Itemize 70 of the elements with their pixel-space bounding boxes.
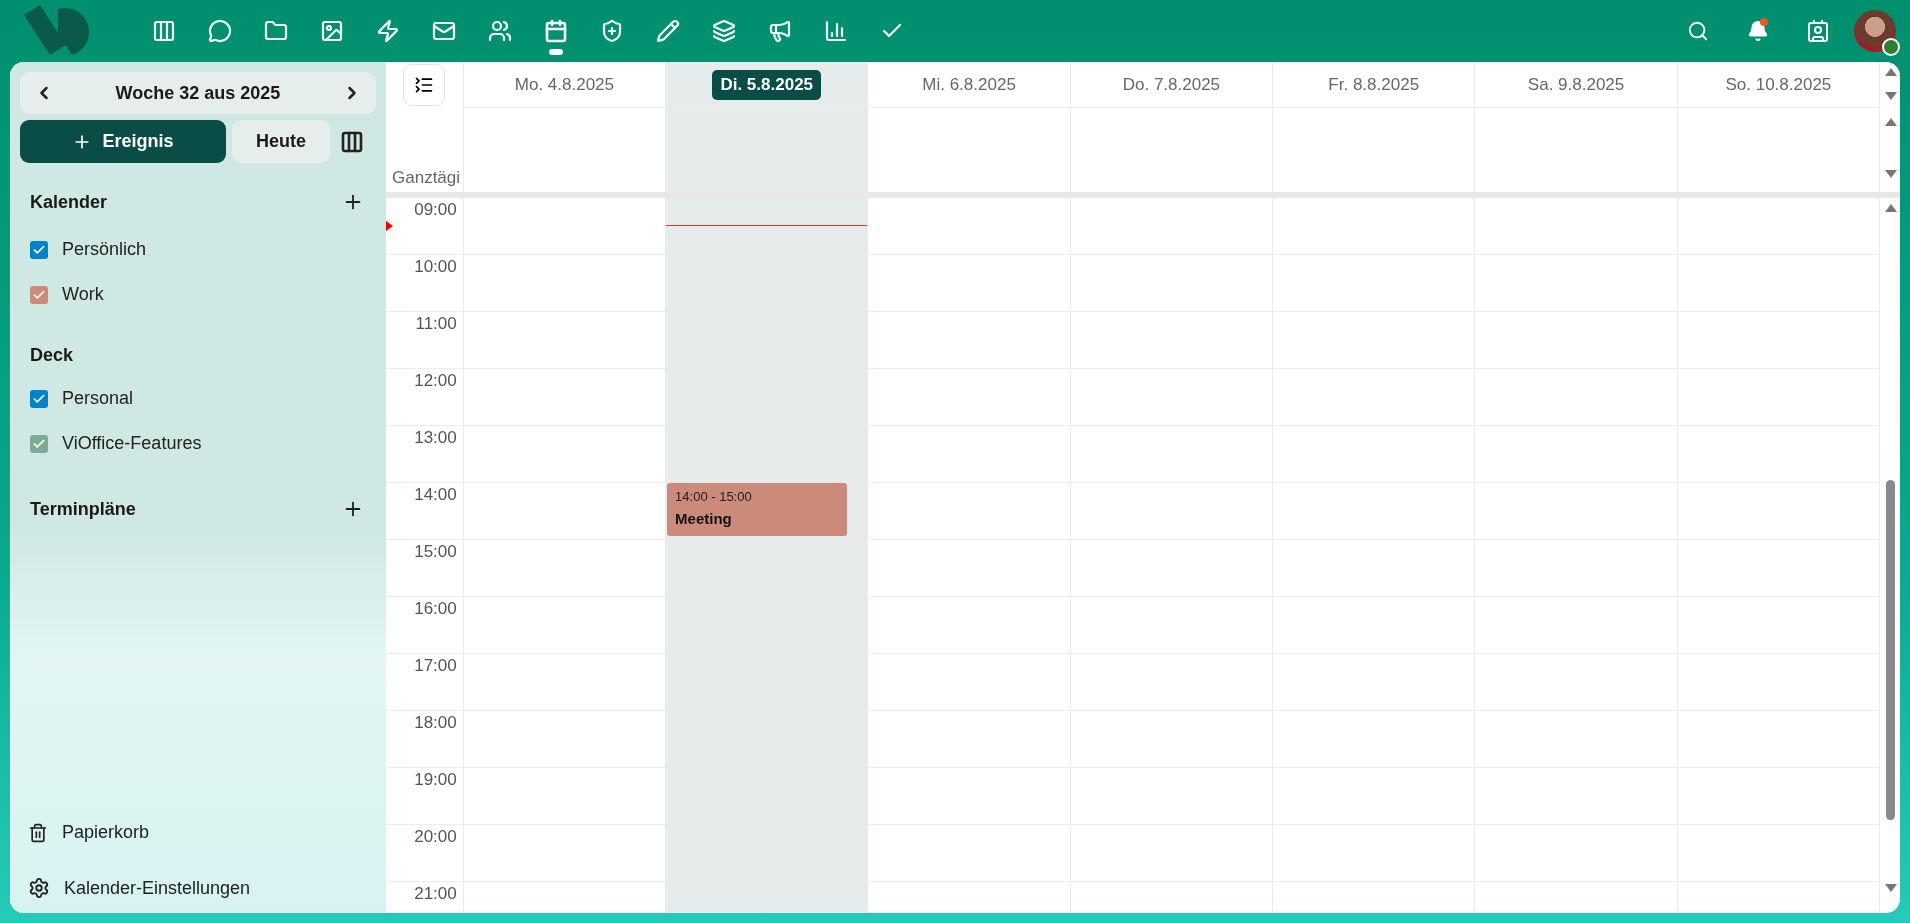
day-header[interactable]: Mi. 6.8.2025	[922, 74, 1016, 95]
event-time: 14:00 - 15:00	[675, 489, 753, 504]
settings-icon	[28, 877, 50, 899]
all-day-label: Ganztägi	[391, 168, 461, 189]
collapse-list-icon	[414, 75, 435, 95]
scrollbar-thumb[interactable]	[1886, 480, 1896, 820]
calendar-checkbox[interactable]	[30, 240, 48, 259]
app-glyph-icon	[208, 19, 232, 43]
settings-link[interactable]: Kalender-Einstellungen	[28, 877, 368, 899]
calendar-name[interactable]: ViOffice-Features	[62, 433, 202, 454]
hour-label: 21:00	[414, 884, 457, 905]
calendar-checkbox[interactable]	[30, 389, 48, 408]
day-header[interactable]: Fr. 8.8.2025	[1328, 74, 1420, 95]
new-event-button[interactable]: Ereignis	[20, 120, 226, 163]
calendar-name[interactable]: Work	[62, 284, 104, 305]
event-title: Meeting	[675, 510, 733, 527]
hour-label: 17:00	[414, 656, 457, 677]
day-header[interactable]: Di. 5.8.2025	[712, 69, 822, 100]
hour-label: 11:00	[415, 314, 457, 335]
calendar-name[interactable]: Persönlich	[62, 239, 147, 260]
scroll-down-icon[interactable]	[1885, 170, 1898, 178]
hour-label: 14:00	[414, 485, 457, 506]
today-button[interactable]: Heute	[232, 120, 330, 163]
app-glyph-icon	[768, 19, 792, 43]
hour-label: 18:00	[414, 713, 457, 734]
hour-label: 16:00	[414, 599, 457, 620]
scroll-down-icon[interactable]	[1885, 884, 1898, 892]
app-glyph-icon	[824, 19, 848, 43]
trash-icon	[28, 822, 48, 843]
app-glyph-icon	[488, 19, 512, 43]
current-time-marker	[386, 221, 393, 231]
scroll-down-icon[interactable]	[1885, 92, 1898, 100]
contact-card-icon	[1806, 19, 1830, 43]
day-header[interactable]: So. 10.8.2025	[1725, 74, 1832, 95]
calendar-checkbox[interactable]	[30, 434, 48, 453]
hour-label: 19:00	[414, 770, 457, 791]
hour-label: 09:00	[414, 200, 457, 221]
hour-label: 15:00	[414, 542, 457, 563]
day-header[interactable]: Mo. 4.8.2025	[514, 74, 615, 95]
magnifier-icon	[1687, 20, 1709, 42]
app-glyph-icon	[656, 19, 680, 43]
app-glyph-icon	[544, 19, 568, 43]
hour-label: 13:00	[414, 428, 457, 449]
app-glyph-icon	[712, 19, 736, 43]
trash-link[interactable]: Papierkorb	[28, 822, 368, 843]
app-glyph-icon	[376, 19, 400, 43]
app-glyph-icon	[600, 19, 624, 43]
scroll-up-icon[interactable]	[1885, 118, 1898, 126]
week-title: Woche 32 aus 2025	[115, 82, 281, 104]
calendar-checkbox[interactable]	[30, 285, 48, 304]
section-title: Kalender	[30, 191, 108, 213]
hour-label: 20:00	[414, 827, 457, 848]
columns-icon	[340, 129, 364, 154]
calendar-name[interactable]: Personal	[62, 388, 134, 409]
hour-label: 10:00	[414, 257, 457, 278]
sidebar-toggle-button[interactable]	[403, 64, 446, 106]
app-glyph-icon	[264, 19, 288, 43]
event-card[interactable]: 14:00 - 15:00 Meeting	[667, 483, 848, 536]
app-glyph-icon	[152, 19, 176, 43]
scroll-up-icon[interactable]	[1885, 68, 1898, 76]
section-title: Terminpläne	[30, 498, 136, 520]
day-header[interactable]: Do. 7.8.2025	[1122, 74, 1221, 95]
day-header[interactable]: Sa. 9.8.2025	[1527, 74, 1625, 95]
app-glyph-icon	[320, 19, 344, 43]
section-title: Deck	[30, 345, 74, 366]
unread-dot	[1760, 18, 1768, 26]
app-glyph-icon	[432, 19, 456, 43]
hour-label: 12:00	[414, 371, 457, 392]
bell-glyph-icon	[1747, 20, 1769, 42]
scroll-up-icon[interactable]	[1885, 204, 1898, 212]
